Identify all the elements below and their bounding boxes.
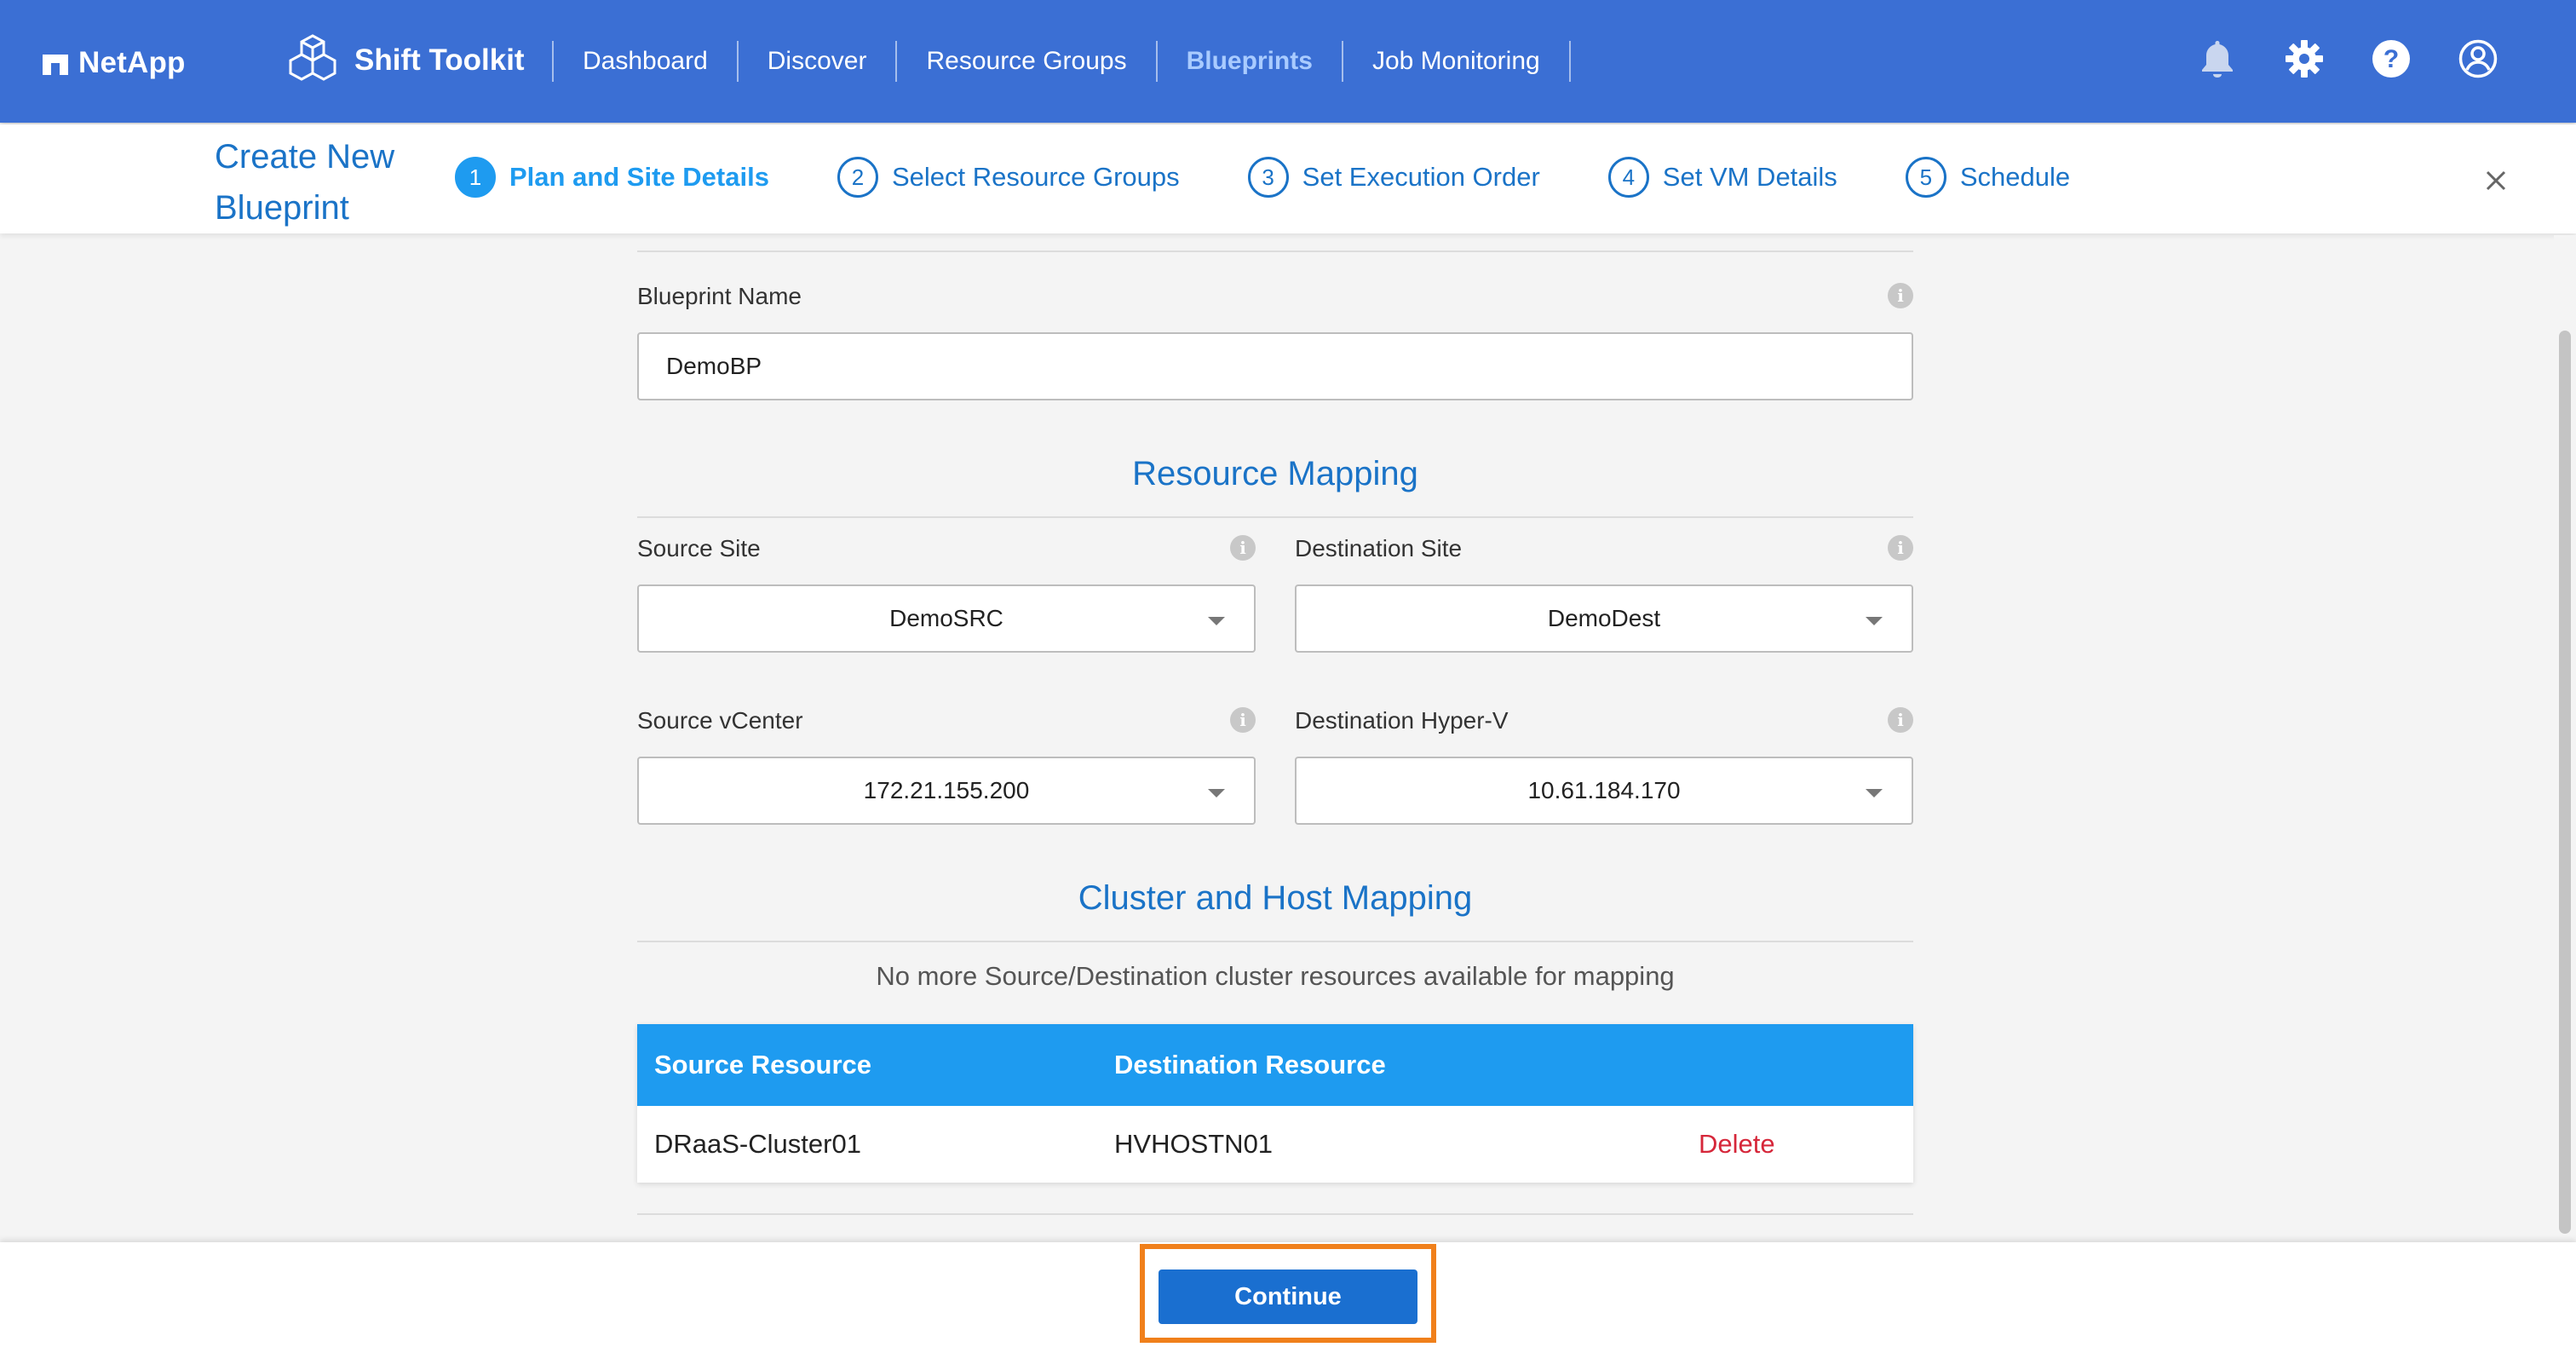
gear-icon[interactable] — [2283, 37, 2326, 80]
step-select-resource-groups[interactable]: 2 Select Resource Groups — [837, 157, 1180, 198]
step-set-execution-order[interactable]: 3 Set Execution Order — [1247, 157, 1540, 198]
hexagon-cube-icon — [289, 34, 336, 81]
table-header: Source Resource Destination Resource — [637, 1024, 1913, 1106]
blueprint-name-label: Blueprint Name — [637, 283, 802, 309]
info-icon[interactable]: i — [1888, 535, 1913, 561]
info-icon[interactable]: i — [1888, 283, 1913, 308]
wizard-steps: 1 Plan and Site Details 2 Select Resourc… — [455, 157, 2138, 198]
scrollbar-thumb[interactable] — [2559, 331, 2571, 1234]
step-number: 2 — [837, 157, 878, 198]
continue-button[interactable]: Continue — [1159, 1270, 1417, 1324]
product-name: Shift Toolkit — [354, 43, 525, 77]
mapping-table: Source Resource Destination Resource DRa… — [637, 1024, 1913, 1183]
step-number: 4 — [1607, 157, 1649, 198]
source-resource-cell: DRaaS-Cluster01 — [654, 1129, 861, 1159]
step-schedule[interactable]: 5 Schedule — [1905, 157, 2071, 198]
column-header-destination: Destination Resource — [1114, 1050, 1386, 1080]
wizard-stepper-bar: Create New Blueprint 1 Plan and Site Det… — [0, 124, 2576, 233]
netapp-logo-icon — [43, 50, 68, 76]
bell-icon[interactable] — [2196, 37, 2239, 80]
step-label: Schedule — [1959, 162, 2071, 192]
main-nav: Dashboard Discover Resource Groups Bluep… — [552, 37, 1571, 85]
info-icon[interactable]: i — [1230, 535, 1256, 561]
source-site-select[interactable]: DemoSRC — [637, 584, 1256, 653]
help-icon[interactable]: ? — [2370, 37, 2412, 80]
chevron-down-icon — [1866, 617, 1883, 625]
nav-blueprints[interactable]: Blueprints — [1158, 47, 1342, 76]
top-navigation: NetApp Shift Toolkit Dashboard Discover … — [0, 0, 2576, 123]
step-number: 5 — [1905, 157, 1946, 198]
nav-discover[interactable]: Discover — [739, 47, 896, 76]
step-set-vm-details[interactable]: 4 Set VM Details — [1607, 157, 1837, 198]
select-value: 10.61.184.170 — [1527, 777, 1681, 803]
info-icon[interactable]: i — [1888, 707, 1913, 733]
blueprint-name-input[interactable]: DemoBP — [637, 332, 1913, 400]
chevron-down-icon — [1208, 789, 1225, 797]
no-resources-message: No more Source/Destination cluster resou… — [876, 961, 1675, 991]
resource-mapping-title: Resource Mapping — [1132, 455, 1418, 492]
step-label: Set VM Details — [1662, 162, 1837, 192]
nav-dashboard[interactable]: Dashboard — [554, 47, 737, 76]
select-value: 172.21.155.200 — [863, 777, 1030, 803]
section-divider — [637, 941, 1913, 942]
chevron-down-icon — [1866, 789, 1883, 797]
destination-hyperv-select[interactable]: 10.61.184.170 — [1295, 757, 1913, 825]
svg-text:?: ? — [2383, 45, 2399, 73]
source-site-label: Source Site — [637, 535, 761, 561]
nav-icon-group: ? — [2196, 37, 2499, 80]
close-icon[interactable] — [2479, 164, 2513, 198]
step-number: 1 — [455, 157, 496, 198]
select-value: DemoDest — [1547, 605, 1661, 631]
nav-resource-groups[interactable]: Resource Groups — [897, 47, 1155, 76]
step-label: Set Execution Order — [1302, 162, 1540, 192]
destination-site-select[interactable]: DemoDest — [1295, 584, 1913, 653]
step-label: Select Resource Groups — [891, 162, 1180, 192]
netapp-logo[interactable]: NetApp — [43, 46, 186, 80]
cluster-host-mapping-title: Cluster and Host Mapping — [1078, 879, 1473, 917]
column-header-source: Source Resource — [654, 1050, 871, 1080]
nav-job-monitoring[interactable]: Job Monitoring — [1343, 47, 1569, 76]
source-vcenter-label: Source vCenter — [637, 707, 803, 734]
user-icon[interactable] — [2457, 37, 2499, 80]
destination-resource-cell: HVHOSTN01 — [1114, 1129, 1274, 1159]
app-window: NetApp Shift Toolkit Dashboard Discover … — [0, 0, 2576, 1353]
delete-mapping-link[interactable]: Delete — [1699, 1129, 1775, 1159]
brand-name: NetApp — [78, 46, 186, 79]
wizard-title: Create New Blueprint — [215, 138, 395, 227]
section-divider — [637, 1213, 1913, 1215]
select-value: DemoSRC — [889, 605, 1003, 631]
nav-divider — [1568, 41, 1571, 82]
step-number: 3 — [1247, 157, 1289, 198]
product-title[interactable]: Shift Toolkit — [286, 32, 525, 89]
destination-site-label: Destination Site — [1295, 535, 1463, 561]
destination-hyperv-label: Destination Hyper-V — [1295, 707, 1509, 734]
info-icon[interactable]: i — [1230, 707, 1256, 733]
section-divider — [637, 516, 1913, 518]
step-plan-and-site-details[interactable]: 1 Plan and Site Details — [455, 157, 769, 198]
chevron-down-icon — [1208, 617, 1225, 625]
step-label: Plan and Site Details — [509, 162, 769, 192]
source-vcenter-select[interactable]: 172.21.155.200 — [637, 757, 1256, 825]
section-divider — [637, 250, 1913, 252]
table-row: DRaaS-Cluster01 HVHOSTN01 Delete — [637, 1106, 1913, 1183]
